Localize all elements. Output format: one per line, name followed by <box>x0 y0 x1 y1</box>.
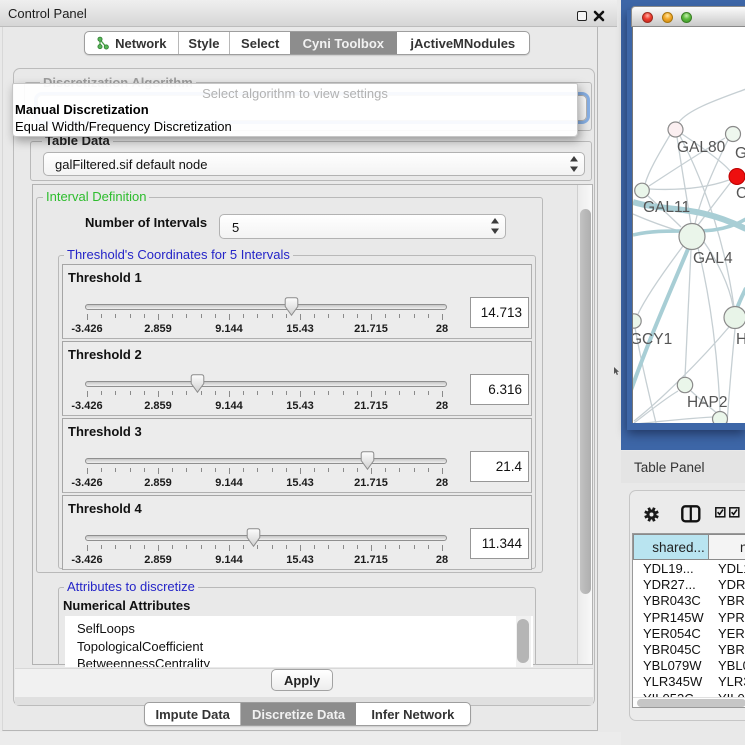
svg-text:GCY1: GCY1 <box>633 331 672 348</box>
svg-text:GAL4: GAL4 <box>693 250 733 267</box>
svg-text:GAL1: GAL1 <box>735 145 745 162</box>
svg-text:GAL11: GAL11 <box>643 199 690 216</box>
svg-text:HIS: HIS <box>736 331 745 348</box>
svg-text:GAL80: GAL80 <box>677 139 726 156</box>
svg-text:CDC: CDC <box>736 185 745 202</box>
svg-text:HAP2: HAP2 <box>687 394 728 411</box>
